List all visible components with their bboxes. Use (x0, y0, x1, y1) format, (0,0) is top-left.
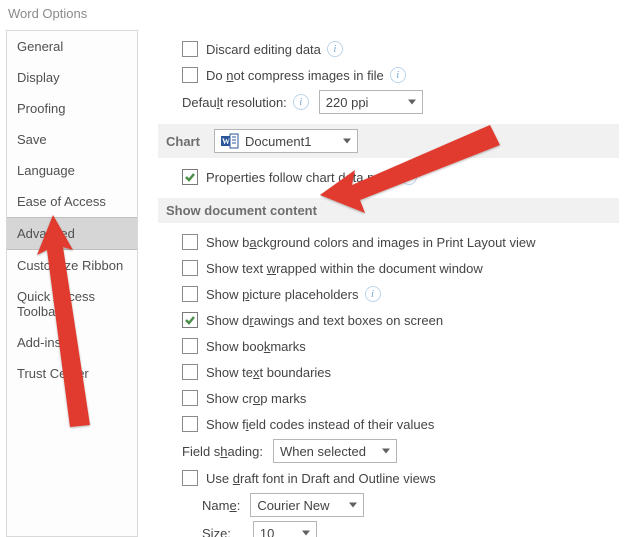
label-text-boundaries: Show text boundaries (206, 365, 331, 380)
nav-language[interactable]: Language (7, 155, 137, 186)
select-chart-document[interactable]: W Document1 (214, 129, 358, 153)
section-doc-content-label: Show document content (166, 203, 317, 218)
info-icon[interactable]: i (327, 41, 343, 57)
nav-proofing[interactable]: Proofing (7, 93, 137, 124)
nav-display[interactable]: Display (7, 62, 137, 93)
checkbox-pic-placeholders[interactable] (182, 286, 198, 302)
label-crop-marks: Show crop marks (206, 391, 306, 406)
section-show-document-content: Show document content (158, 198, 619, 223)
checkbox-text-boundaries[interactable] (182, 364, 198, 380)
nav-general[interactable]: General (7, 31, 137, 62)
nav-advanced[interactable]: Advanced (7, 217, 137, 250)
label-pic-placeholders: Show picture placeholders (206, 287, 359, 302)
label-drawings: Show drawings and text boxes on screen (206, 313, 443, 328)
info-icon[interactable]: i (365, 286, 381, 302)
checkbox-discard-editing[interactable] (182, 41, 198, 57)
label-field-shading: Field shading: (182, 444, 263, 459)
label-text-wrap: Show text wrapped within the document wi… (206, 261, 483, 276)
checkbox-text-wrap[interactable] (182, 260, 198, 276)
label-bg-colors: Show background colors and images in Pri… (206, 235, 536, 250)
checkbox-follow-data-point[interactable] (182, 169, 198, 185)
checkbox-bookmarks[interactable] (182, 338, 198, 354)
select-default-resolution[interactable]: 220 ppi (319, 90, 423, 114)
label-follow-data-point: Properties follow chart data point (206, 170, 395, 185)
select-font-size[interactable]: 10 (253, 521, 317, 537)
info-icon[interactable]: i (390, 67, 406, 83)
select-font-name[interactable]: Courier New (250, 493, 364, 517)
options-pane: Discard editing data i Do not compress i… (138, 30, 625, 537)
svg-text:W: W (222, 137, 230, 146)
section-chart: Chart W Document1 (158, 124, 619, 158)
label-font-name: Name: (202, 498, 240, 513)
select-field-shading[interactable]: When selected (273, 439, 397, 463)
info-icon[interactable]: i (401, 169, 417, 185)
nav-customize-ribbon[interactable]: Customize Ribbon (7, 250, 137, 281)
nav-ease-of-access[interactable]: Ease of Access (7, 186, 137, 217)
word-doc-icon: W (221, 133, 239, 149)
nav-sidebar: General Display Proofing Save Language E… (6, 30, 138, 537)
checkbox-field-codes[interactable] (182, 416, 198, 432)
label-no-compress: Do not compress images in file (206, 68, 384, 83)
info-icon[interactable]: i (293, 94, 309, 110)
nav-add-ins[interactable]: Add-ins (7, 327, 137, 358)
label-font-size: Size: (202, 526, 231, 537)
label-discard-editing: Discard editing data (206, 42, 321, 57)
label-field-codes: Show field codes instead of their values (206, 417, 434, 432)
window-title: Word Options (8, 6, 87, 21)
label-draft-font: Use draft font in Draft and Outline view… (206, 471, 436, 486)
nav-trust-center[interactable]: Trust Center (7, 358, 137, 389)
nav-quick-access-toolbar[interactable]: Quick Access Toolbar (7, 281, 137, 327)
nav-save[interactable]: Save (7, 124, 137, 155)
checkbox-no-compress[interactable] (182, 67, 198, 83)
checkbox-drawings[interactable] (182, 312, 198, 328)
checkbox-crop-marks[interactable] (182, 390, 198, 406)
label-bookmarks: Show bookmarks (206, 339, 306, 354)
checkbox-bg-colors[interactable] (182, 234, 198, 250)
section-chart-label: Chart (166, 134, 200, 149)
label-default-resolution: Default resolution: (182, 95, 287, 110)
checkbox-draft-font[interactable] (182, 470, 198, 486)
